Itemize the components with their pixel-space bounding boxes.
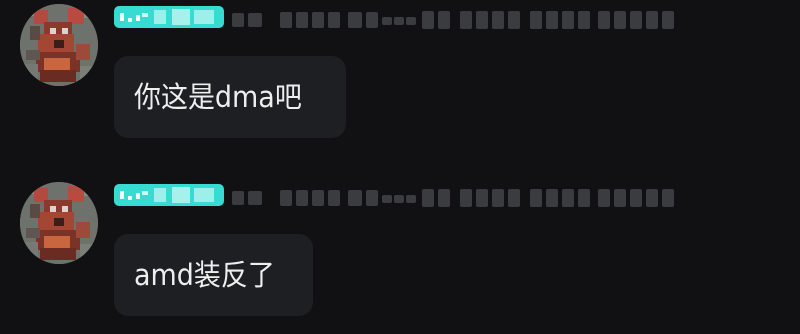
user-avatar[interactable] <box>20 4 98 86</box>
blurred-meta-graphic <box>232 11 674 29</box>
message-meta-blurred <box>232 8 680 32</box>
user-title-badge <box>114 6 224 28</box>
message-meta-blurred <box>232 186 680 210</box>
cartoon-mouse-avatar-icon <box>20 4 98 86</box>
message-text: 你这是dma吧 <box>134 79 302 114</box>
user-avatar[interactable] <box>20 182 98 264</box>
message-bubble[interactable]: 你这是dma吧 <box>114 56 346 138</box>
user-title-badge <box>114 184 224 206</box>
message-bubble[interactable]: amd装反了 <box>114 234 313 316</box>
cartoon-mouse-avatar-icon <box>20 182 98 264</box>
message-text: amd装反了 <box>134 257 275 292</box>
blurred-meta-graphic <box>232 189 674 207</box>
